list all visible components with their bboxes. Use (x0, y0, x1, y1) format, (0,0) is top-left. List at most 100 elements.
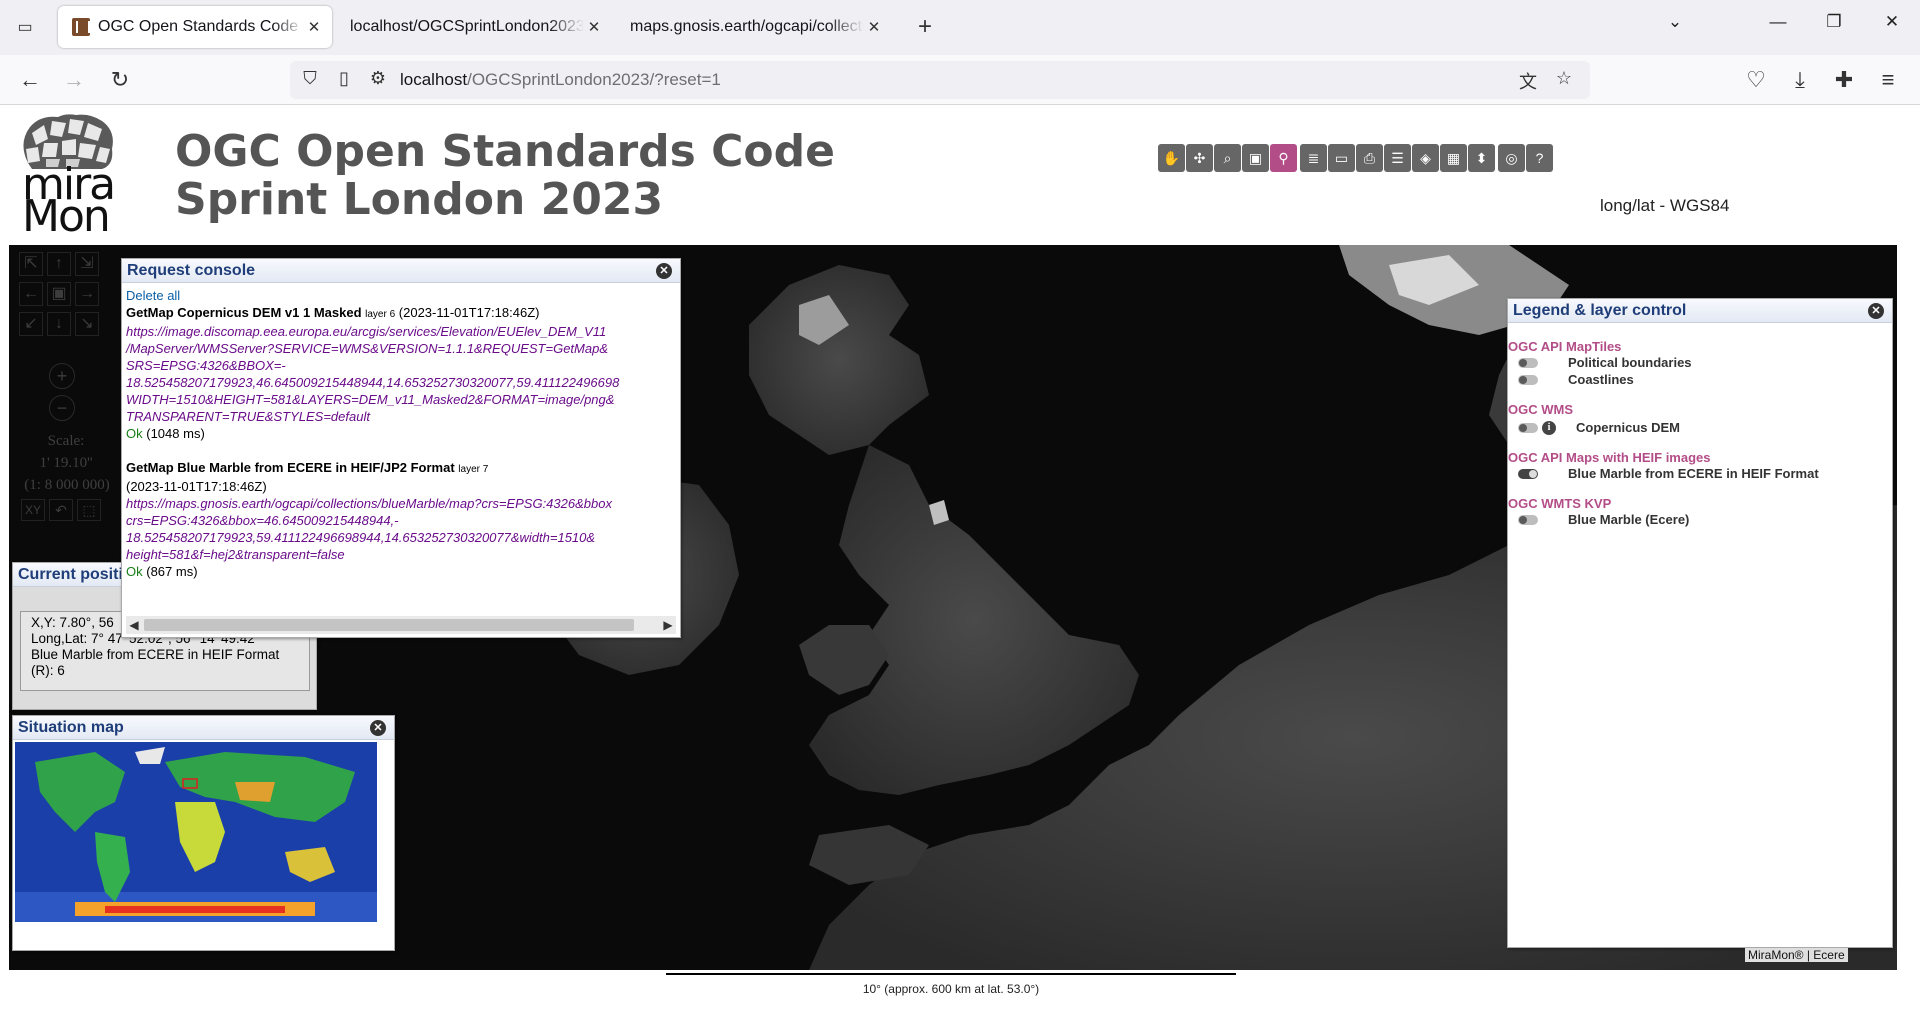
pan-southeast-icon[interactable]: ↘ (75, 312, 99, 336)
print-icon[interactable]: ⎙ (1356, 144, 1383, 172)
layer-row: Blue Marble from ECERE in HEIF Format (1508, 465, 1892, 482)
url-text[interactable]: localhost/OGCSprintLondon2023/?reset=1 (400, 70, 721, 90)
scale-ratio: (1: 8 000 000) (24, 477, 110, 493)
bookmark-star-icon[interactable]: ☆ (1552, 68, 1576, 89)
download-icon[interactable]: ⤓ (1784, 65, 1816, 95)
map-attribution[interactable]: MiraMon® | Ecere (1745, 948, 1848, 962)
restore-icon[interactable]: ❐ (1814, 12, 1854, 32)
help-icon[interactable]: ? (1526, 144, 1553, 172)
request-duration: (1048 ms) (146, 426, 205, 441)
layer-name: Political boundaries (1568, 355, 1692, 370)
tab-title: OGC Open Standards Code Sprint London 20… (98, 18, 304, 35)
layer-group-title: OGC API MapTiles (1508, 339, 1622, 354)
pan-south-icon[interactable]: ↓ (47, 312, 71, 336)
tab-title: maps.gnosis.earth/ogcapi/collections (630, 18, 864, 35)
toggle-visibility-icon[interactable] (1518, 357, 1538, 368)
world-elevation-map (15, 742, 377, 922)
horizontal-scrollbar[interactable]: ◀ ▶ (126, 616, 676, 634)
image-query-icon[interactable]: ▣ (1242, 144, 1269, 172)
request-url[interactable]: https://maps.gnosis.earth/ogcapi/collect… (126, 495, 676, 563)
screenshot-icon[interactable]: ◎ (1498, 144, 1525, 172)
shield-icon[interactable]: ⛉ (298, 68, 322, 89)
request-console-titlebar[interactable]: Request console ✕ (122, 259, 680, 283)
logo-wordmark: mira Mon (22, 159, 116, 242)
page-icon[interactable]: ▯ (332, 68, 356, 89)
forward-icon[interactable]: → (58, 65, 90, 95)
scroll-left-icon[interactable]: ◀ (126, 616, 142, 634)
close-icon[interactable]: ✕ (656, 263, 672, 279)
new-tab-icon[interactable]: + (910, 13, 940, 41)
layer-row: Political boundaries (1508, 354, 1892, 371)
back-icon[interactable]: ← (14, 65, 46, 95)
situation-map-image[interactable] (15, 742, 377, 922)
delete-all-link[interactable]: Delete all (126, 287, 676, 304)
xy-coordinates-icon[interactable]: XY (21, 499, 45, 521)
tab-list-icon[interactable]: ▭ (10, 14, 40, 42)
pan-northeast-icon[interactable]: ⇲ (75, 252, 99, 276)
zoom-in-icon[interactable]: + (49, 363, 75, 389)
list-all-tabs-icon[interactable]: ⌄ (1655, 12, 1695, 32)
zoom-out-icon[interactable]: − (49, 395, 75, 421)
request-name: GetMap Copernicus DEM v1 1 Masked (126, 305, 362, 320)
full-view-icon[interactable]: ▣ (47, 282, 71, 306)
next-view-icon[interactable]: ⬚ (77, 499, 101, 521)
reload-icon[interactable]: ↻ (104, 65, 136, 95)
previous-view-icon[interactable]: ↶ (49, 499, 73, 521)
minimize-icon[interactable]: — (1758, 12, 1798, 32)
full-extent-icon[interactable]: ✣ (1186, 144, 1213, 172)
layer-name: Copernicus DEM (1576, 420, 1681, 435)
settings-icon[interactable]: ≣ (1300, 144, 1327, 172)
toggle-visibility-icon[interactable] (1518, 374, 1538, 385)
scale-value: 1' 19.10'' (39, 455, 93, 471)
request-status: Ok (126, 426, 143, 441)
zoom-window-icon[interactable]: ⌕ (1214, 144, 1241, 172)
scale-bar (666, 973, 1236, 975)
pan-tool-icon[interactable]: ✋ (1158, 144, 1185, 172)
menu-icon[interactable]: ≡ (1872, 65, 1904, 95)
permissions-icon[interactable]: ⚙ (366, 68, 390, 89)
request-duration: (867 ms) (146, 564, 198, 579)
crs-label[interactable]: long/lat - WGS84 (1600, 196, 1729, 216)
request-entry: GetMap Blue Marble from ECERE in HEIF/JP… (126, 459, 676, 580)
request-console-body: Delete all GetMap Copernicus DEM v1 1 Ma… (122, 283, 680, 613)
pan-northwest-icon[interactable]: ⇱ (19, 252, 43, 276)
situation-map-window: Situation map ✕ (12, 715, 395, 951)
layers-icon[interactable]: ◈ (1412, 144, 1439, 172)
close-tab-icon[interactable]: ✕ (864, 18, 884, 36)
close-icon[interactable]: ✕ (1868, 303, 1884, 319)
toggle-visibility-icon[interactable] (1518, 422, 1538, 433)
pan-north-icon[interactable]: ↑ (47, 252, 71, 276)
request-name: GetMap Blue Marble from ECERE in HEIF/JP… (126, 460, 455, 475)
calculator-icon[interactable]: ▦ (1440, 144, 1467, 172)
legend-titlebar[interactable]: Legend & layer control ✕ (1508, 299, 1892, 323)
close-icon[interactable]: ✕ (370, 720, 386, 736)
scale-bar-text: 10° (approx. 600 km at lat. 53.0°) (862, 982, 1040, 996)
scroll-right-icon[interactable]: ▶ (660, 616, 676, 634)
info-icon[interactable]: i (1542, 420, 1556, 435)
tab-gnosis[interactable]: maps.gnosis.earth/ogcapi/collections ✕ (616, 6, 892, 48)
pan-southwest-icon[interactable]: ↙ (19, 312, 43, 336)
point-query-icon[interactable]: ⚲ (1270, 144, 1297, 172)
pocket-icon[interactable]: ♡ (1740, 65, 1772, 95)
url-bar[interactable]: ⛉ ▯ ⚙ localhost/OGCSprintLondon2023/?res… (290, 61, 1590, 99)
request-url[interactable]: https://image.discomap.eea.europa.eu/arc… (126, 323, 676, 425)
situation-map-titlebar[interactable]: Situation map ✕ (13, 716, 394, 740)
pan-east-icon[interactable]: → (75, 282, 99, 306)
close-window-icon[interactable]: ✕ (1872, 12, 1912, 32)
layer-group-title: OGC WMS (1508, 402, 1573, 417)
database-icon[interactable]: ☰ (1384, 144, 1411, 172)
pan-west-icon[interactable]: ← (19, 282, 43, 306)
console-icon[interactable]: ▭ (1328, 144, 1355, 172)
extensions-icon[interactable]: ✚ (1828, 65, 1860, 95)
close-tab-icon[interactable]: ✕ (304, 18, 324, 36)
tab-heif[interactable]: localhost/OGCSprintLondon2023/heif ✕ (336, 6, 612, 48)
request-status: Ok (126, 564, 143, 579)
legend-window: Legend & layer control ✕ OGC API MapTile… (1507, 298, 1893, 948)
scrollbar-thumb[interactable] (144, 619, 634, 631)
add-layer-icon[interactable]: ⬍ (1468, 144, 1495, 172)
tab-miramon[interactable]: OGC Open Standards Code Sprint London 20… (58, 6, 332, 48)
translate-icon[interactable]: 文 (1516, 68, 1540, 94)
close-tab-icon[interactable]: ✕ (584, 18, 604, 36)
toggle-visibility-icon[interactable] (1518, 468, 1538, 479)
toggle-visibility-icon[interactable] (1518, 514, 1538, 525)
